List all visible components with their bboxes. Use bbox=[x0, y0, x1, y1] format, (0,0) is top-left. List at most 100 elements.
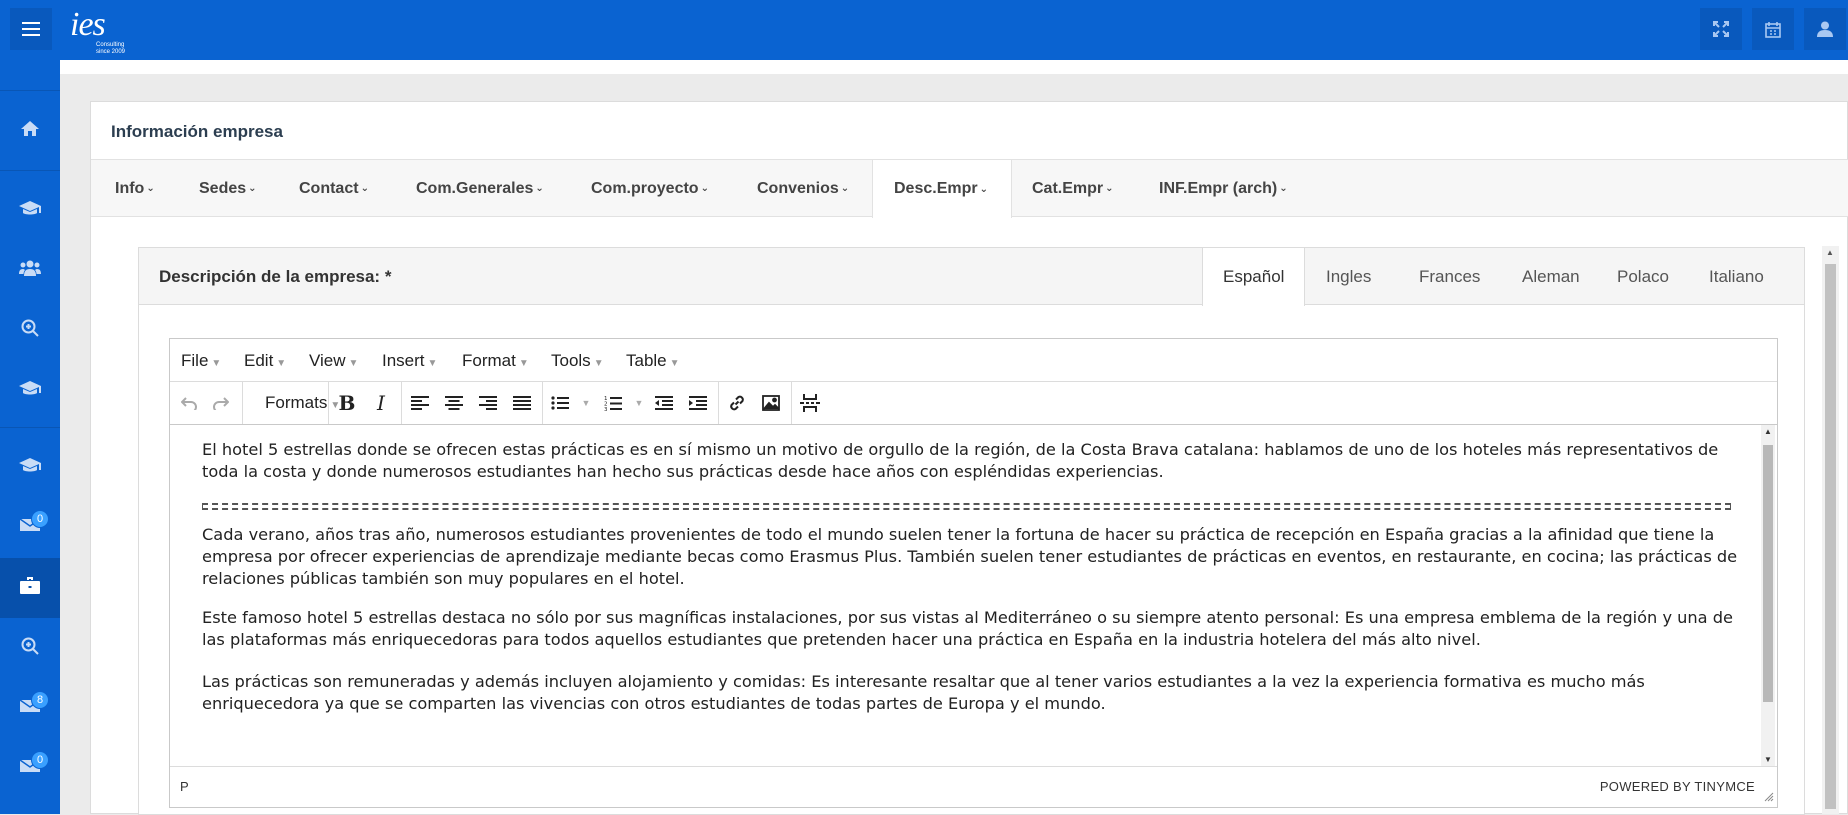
image-icon[interactable] bbox=[758, 391, 784, 415]
sidebar-item-companies[interactable] bbox=[0, 558, 60, 618]
company-info-card: Información empresa Info ⌄ Sedes ⌄ Contact… bbox=[90, 101, 1848, 815]
editor-content-area[interactable]: El hotel 5 estrellas donde se ofrecen es… bbox=[170, 425, 1777, 766]
caret-down-icon: ▼ bbox=[669, 358, 680, 369]
search-plus-icon bbox=[21, 319, 39, 342]
content-header-strip bbox=[60, 60, 1848, 74]
tab-lang-espanol[interactable]: Español bbox=[1202, 248, 1305, 306]
graduation-cap-icon bbox=[19, 200, 41, 221]
sidebar-item-courses[interactable] bbox=[0, 180, 60, 240]
scroll-up-icon[interactable]: ▲ bbox=[1826, 248, 1834, 257]
expand-icon[interactable] bbox=[1700, 8, 1742, 50]
align-right-icon[interactable] bbox=[475, 391, 501, 415]
tab-sedes[interactable]: Sedes ⌄ bbox=[199, 160, 257, 217]
panel-header: Descripción de la empresa: * Español Ing… bbox=[139, 248, 1804, 306]
sidebar-item-courses-3[interactable] bbox=[0, 437, 60, 497]
tab-lang-ingles[interactable]: Ingles bbox=[1326, 248, 1371, 305]
logo-text: ies bbox=[70, 6, 106, 43]
sidebar-item-messages-2[interactable]: 8 bbox=[0, 678, 60, 738]
page-scrollbar[interactable]: ▲ bbox=[1822, 246, 1839, 814]
sidebar-item-users[interactable] bbox=[0, 240, 60, 300]
align-justify-icon[interactable] bbox=[509, 391, 535, 415]
panel-title: Descripción de la empresa: * bbox=[159, 267, 392, 286]
undo-icon[interactable] bbox=[176, 391, 202, 415]
caret-down-icon: ▼ bbox=[276, 358, 287, 369]
tab-inf-empr[interactable]: INF.Empr (arch) ⌄ bbox=[1159, 160, 1288, 217]
tab-desc-empr[interactable]: Desc.Empr ⌄ bbox=[872, 160, 1012, 218]
sidebar-item-search-2[interactable] bbox=[0, 618, 60, 678]
page-break-icon[interactable] bbox=[797, 391, 823, 415]
menu-insert[interactable]: Insert ▼ bbox=[382, 351, 437, 371]
align-center-icon[interactable] bbox=[441, 391, 467, 415]
chevron-down-icon: ⌄ bbox=[1279, 183, 1288, 194]
menu-format[interactable]: Format ▼ bbox=[462, 351, 529, 371]
sidebar-item-home[interactable] bbox=[0, 100, 60, 160]
chevron-down-icon: ⌄ bbox=[248, 183, 257, 194]
chevron-down-icon: ⌄ bbox=[360, 183, 369, 194]
editor-toolbar: Formats ▼ B I ▼ 123 ▼ bbox=[170, 382, 1777, 425]
menu-tools[interactable]: Tools ▼ bbox=[551, 351, 604, 371]
caret-down-icon: ▼ bbox=[348, 358, 359, 369]
resize-handle-icon[interactable] bbox=[1764, 790, 1774, 805]
indent-icon[interactable] bbox=[685, 391, 711, 415]
numbered-list-icon[interactable]: 123 bbox=[600, 391, 626, 415]
element-path[interactable]: P bbox=[180, 779, 189, 794]
chevron-down-icon: ⌄ bbox=[979, 183, 988, 195]
logo-subtext: Consulting since 2009 bbox=[96, 42, 126, 55]
hamburger-menu-icon[interactable] bbox=[10, 8, 52, 50]
sidebar-item-messages-3[interactable]: 0 bbox=[0, 738, 60, 798]
tab-convenios[interactable]: Convenios ⌄ bbox=[757, 160, 849, 217]
caret-down-icon: ▼ bbox=[593, 358, 604, 369]
numbered-list-caret-icon[interactable]: ▼ bbox=[626, 391, 652, 415]
editor-paragraph: Este famoso hotel 5 estrellas destaca no… bbox=[202, 608, 1733, 649]
tab-com-generales[interactable]: Com.Generales ⌄ bbox=[416, 160, 544, 217]
tab-cat-empr[interactable]: Cat.Empr ⌄ bbox=[1032, 160, 1114, 217]
tab-com-proyecto[interactable]: Com.proyecto ⌄ bbox=[591, 160, 709, 217]
editor-paragraph: Cada verano, años tras año, numerosos es… bbox=[202, 525, 1738, 588]
tab-lang-frances[interactable]: Frances bbox=[1419, 248, 1480, 305]
calendar-icon[interactable] bbox=[1752, 8, 1794, 50]
link-icon[interactable] bbox=[724, 391, 750, 415]
bullet-list-icon[interactable] bbox=[547, 391, 573, 415]
caret-down-icon: ▼ bbox=[211, 358, 222, 369]
menu-table[interactable]: Table ▼ bbox=[626, 351, 680, 371]
page-title: Información empresa bbox=[111, 122, 283, 141]
top-bar: ies Consulting since 2009 bbox=[0, 0, 1848, 60]
scroll-up-icon[interactable]: ▲ bbox=[1764, 427, 1772, 436]
italic-icon[interactable]: I bbox=[368, 391, 394, 415]
sidebar-item-messages-1[interactable]: 0 bbox=[0, 497, 60, 557]
rich-text-editor: File ▼ Edit ▼ View ▼ Insert ▼ Format ▼ Tools ▼… bbox=[169, 338, 1778, 808]
align-left-icon[interactable] bbox=[407, 391, 433, 415]
scroll-down-icon[interactable]: ▼ bbox=[1764, 755, 1772, 764]
caret-down-icon: ▼ bbox=[518, 358, 529, 369]
tab-lang-polaco[interactable]: Polaco bbox=[1617, 248, 1669, 305]
menu-file[interactable]: File ▼ bbox=[181, 351, 221, 371]
tab-info[interactable]: Info ⌄ bbox=[115, 160, 155, 217]
chevron-down-icon: ⌄ bbox=[146, 183, 155, 194]
description-panel: Descripción de la empresa: * Español Ing… bbox=[138, 247, 1805, 815]
bold-icon[interactable]: B bbox=[334, 391, 360, 415]
menu-view[interactable]: View ▼ bbox=[309, 351, 358, 371]
user-icon[interactable] bbox=[1804, 8, 1846, 50]
page-scrollbar-thumb[interactable] bbox=[1825, 264, 1836, 809]
redo-icon[interactable] bbox=[208, 391, 234, 415]
tab-contact[interactable]: Contact ⌄ bbox=[299, 160, 369, 217]
logo[interactable]: ies Consulting since 2009 bbox=[70, 6, 130, 56]
editor-paragraph: El hotel 5 estrellas donde se ofrecen es… bbox=[202, 440, 1719, 481]
tab-lang-aleman[interactable]: Aleman bbox=[1522, 248, 1580, 305]
tab-lang-italiano[interactable]: Italiano bbox=[1709, 248, 1764, 305]
company-tabs: Info ⌄ Sedes ⌄ Contact ⌄ Com.Generales ⌄ Com… bbox=[91, 159, 1848, 218]
sidebar-item-courses-2[interactable] bbox=[0, 360, 60, 420]
bullet-list-caret-icon[interactable]: ▼ bbox=[573, 391, 599, 415]
svg-text:3: 3 bbox=[604, 407, 608, 411]
editor-scrollbar[interactable]: ▲ ▼ bbox=[1761, 425, 1775, 766]
sidebar: 0 8 0 bbox=[0, 60, 60, 814]
sidebar-item-search[interactable] bbox=[0, 300, 60, 360]
editor-scrollbar-thumb[interactable] bbox=[1763, 445, 1773, 702]
editor-statusbar: P POWERED BY TINYMCE bbox=[170, 766, 1777, 807]
powered-by-label[interactable]: POWERED BY TINYMCE bbox=[1600, 779, 1755, 794]
menu-edit[interactable]: Edit ▼ bbox=[244, 351, 286, 371]
search-plus-icon bbox=[21, 637, 39, 660]
outdent-icon[interactable] bbox=[651, 391, 677, 415]
home-icon bbox=[21, 120, 39, 141]
graduation-cap-icon bbox=[19, 457, 41, 478]
